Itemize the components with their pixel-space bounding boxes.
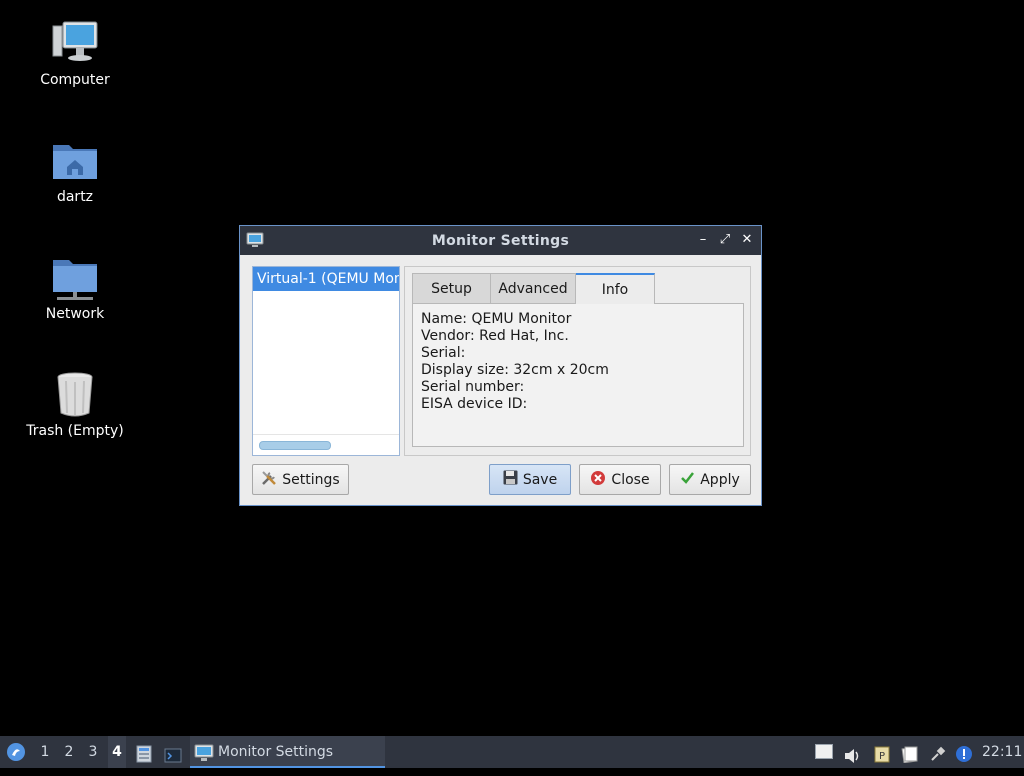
desktop-icon-label: Trash (Empty) (26, 423, 124, 439)
close-icon[interactable]: ✕ (739, 232, 755, 248)
volume-icon (843, 744, 861, 776)
clipboard-tray[interactable]: P (872, 736, 892, 768)
show-desktop-tray[interactable] (814, 736, 834, 768)
info-alert-icon (955, 743, 973, 775)
save-button-label: Save (522, 471, 558, 488)
notes-icon (901, 743, 919, 775)
tab-setup[interactable]: Setup (412, 273, 491, 303)
settings-button[interactable]: Settings (252, 464, 349, 495)
settings-button-label: Settings (282, 471, 340, 488)
close-circle-icon (590, 470, 606, 490)
app-menu-icon (6, 742, 26, 774)
desktop-icon-label: Network (45, 306, 105, 322)
desktop-icon-label: Computer (40, 72, 110, 88)
monitor-icon (194, 742, 214, 774)
taskbar: 1 2 3 4 Monitor Settings P 22:11 (0, 736, 1024, 768)
output-list-item[interactable]: Virtual-1 (QEMU Monitor) (253, 267, 399, 291)
blank-window-icon (815, 744, 833, 759)
home-folder-icon (51, 137, 99, 185)
computer-icon (51, 20, 99, 68)
minimize-icon[interactable]: – (695, 232, 711, 248)
desktop-icon-trash[interactable]: Trash (Empty) (15, 371, 135, 439)
taskbar-task-monitor-settings[interactable]: Monitor Settings (190, 736, 385, 768)
clipboard-icon: P (874, 743, 890, 775)
terminal-icon (164, 744, 182, 776)
start-menu-button[interactable] (4, 736, 28, 768)
clock[interactable]: 22:11 (982, 736, 1022, 768)
info-vendor: Vendor: Red Hat, Inc. (421, 328, 569, 344)
info-name: Name: QEMU Monitor (421, 311, 572, 327)
trash-icon (51, 371, 99, 419)
desktop-icon-network[interactable]: Network (15, 254, 135, 322)
monitor-settings-window: Monitor Settings – ⤢ ✕ Virtual-1 (QEMU M… (239, 225, 762, 506)
tools-icon (261, 470, 277, 490)
apply-button[interactable]: Apply (669, 464, 751, 495)
workspace-1[interactable]: 1 (36, 736, 54, 768)
apply-button-label: Apply (700, 471, 740, 488)
close-button-label: Close (611, 471, 650, 488)
tab-info[interactable]: Info (576, 273, 655, 304)
network-folder-icon (51, 254, 99, 302)
task-label: Monitor Settings (218, 744, 334, 760)
svg-text:P: P (879, 751, 885, 762)
workspace-2[interactable]: 2 (60, 736, 78, 768)
maximize-icon[interactable]: ⤢ (717, 232, 733, 248)
desktop-icon-label: dartz (56, 189, 94, 205)
scrollbar-thumb[interactable] (259, 441, 331, 450)
info-content: Name: QEMU Monitor Vendor: Red Hat, Inc.… (412, 303, 744, 447)
info-eisa-id: EISA device ID: (421, 396, 528, 412)
file-manager-icon (136, 743, 152, 775)
window-titlebar[interactable]: Monitor Settings – ⤢ ✕ (240, 226, 761, 255)
updates-tray[interactable] (954, 736, 974, 768)
info-display-size: Display size: 32cm x 20cm (421, 362, 609, 378)
checkmark-icon (680, 470, 695, 489)
desktop-icon-computer[interactable]: Computer (15, 20, 135, 88)
floppy-disk-icon (503, 470, 518, 489)
save-button[interactable]: Save (489, 464, 571, 495)
tab-bar: Setup Advanced Info (412, 273, 655, 304)
terminal-launcher[interactable] (162, 736, 184, 768)
workspace-4[interactable]: 4 (108, 736, 126, 768)
volume-tray[interactable] (842, 736, 862, 768)
workspace-3[interactable]: 3 (84, 736, 102, 768)
horizontal-scrollbar[interactable] (253, 434, 399, 455)
close-button[interactable]: Close (579, 464, 661, 495)
info-serial-number: Serial number: (421, 379, 525, 395)
file-manager-launcher[interactable] (134, 736, 154, 768)
tab-advanced[interactable]: Advanced (491, 273, 576, 303)
tab-panel: Setup Advanced Info Name: QEMU Monitor V… (404, 266, 751, 456)
network-plug-icon (929, 743, 947, 775)
output-list[interactable]: Virtual-1 (QEMU Monitor) (252, 266, 400, 456)
notes-tray[interactable] (900, 736, 920, 768)
info-serial: Serial: (421, 345, 466, 361)
network-tray[interactable] (928, 736, 948, 768)
window-title: Monitor Settings (431, 232, 570, 249)
desktop-icon-home[interactable]: dartz (15, 137, 135, 205)
